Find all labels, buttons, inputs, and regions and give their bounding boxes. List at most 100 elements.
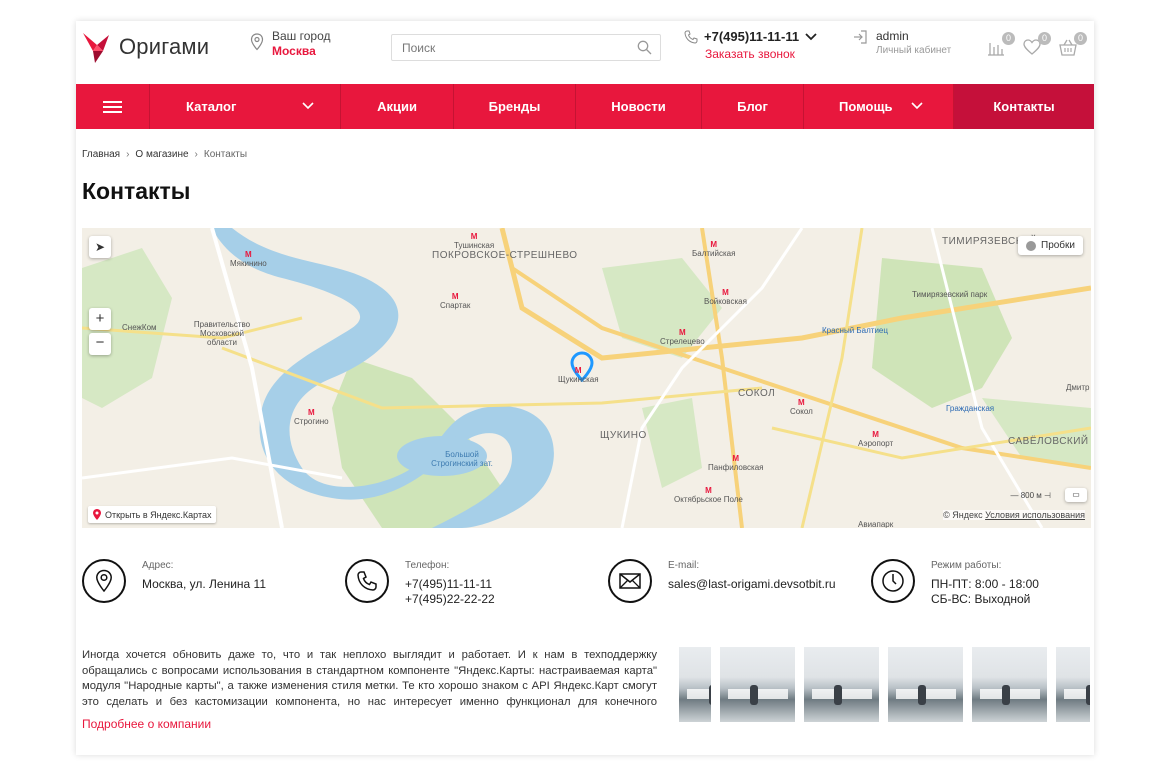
page: Оригами Ваш город Москва Поиск +7(495)11… [76,21,1094,755]
contact-phone: Телефон: +7(495)11-11-11 +7(495)22-22-22 [345,559,495,607]
phone-block: +7(495)11-11-11 Заказать звонок [684,29,817,61]
map-label: СОКОЛ [738,388,776,399]
nav-contacts[interactable]: Контакты [954,84,1094,129]
nav-promotions[interactable]: Акции [341,84,454,129]
nav-news[interactable]: Новости [576,84,702,129]
map-label: Спартак [440,292,470,310]
city-label: Ваш город [272,29,331,43]
gallery-photo[interactable] [1056,647,1090,722]
header-icons: 0 0 0 [986,32,1087,57]
user-name: admin [876,29,909,43]
map-label: СнежКом [122,323,157,332]
map-label: ПОКРОВСКОЕ-СТРЕШНЕВО [432,250,578,261]
city-selector[interactable]: Ваш город Москва [250,29,331,59]
map-label: Тимирязевский парк [912,290,988,299]
gallery-photo[interactable] [804,647,879,722]
zoom-out-button[interactable]: − [89,333,111,355]
zoom-in-button[interactable]: + [89,308,111,330]
search-input[interactable] [392,35,622,60]
chevron-down-icon[interactable] [805,32,817,42]
ruler-icon: ▭ [1072,490,1080,499]
logo[interactable]: Оригами [81,29,209,65]
header-phone-number[interactable]: +7(495)11-11-11 [704,29,799,44]
open-in-yandex-maps-label: Открыть в Яндекс.Картах [105,509,212,520]
main-nav: Каталог Акции Бренды Новости Блог Помощь… [76,84,1094,129]
map-label: Сокол [790,398,813,416]
open-in-yandex-maps-button[interactable]: Открыть в Яндекс.Картах [88,506,217,523]
hours-weekdays: ПН-ПТ: 8:00 - 18:00 [931,577,1039,591]
email-value[interactable]: sales@last-origami.devsotbit.ru [668,577,836,592]
page-title: Контакты [82,178,191,204]
hours-label: Режим работы: [931,560,1002,571]
nav-brands[interactable]: Бренды [454,84,576,129]
login-icon [854,30,867,44]
favorites-button[interactable]: 0 [1022,32,1051,57]
nav-news-label: Новости [611,99,666,114]
map-copyright-text: © Яндекс [943,510,983,520]
menu-burger-button[interactable] [76,84,150,129]
map-label: Гражданская [946,404,995,413]
nav-blog[interactable]: Блог [702,84,804,129]
navigation-arrow-icon: ➤ [94,240,106,254]
user-account[interactable]: admin Личный кабинет [852,29,951,56]
breadcrumb: Главная › О магазине › Контакты [82,149,247,160]
breadcrumb-home[interactable]: Главная [82,149,120,160]
about-more-link[interactable]: Подробнее о компании [82,717,211,731]
search-icon[interactable] [637,40,652,55]
breadcrumb-separator-icon: › [126,149,130,160]
nav-catalog[interactable]: Каталог [150,84,341,129]
map-copyright: © Яндекс Условия использования [943,510,1085,520]
hours-weekend: СБ-ВС: Выходной [931,592,1031,606]
city-name[interactable]: Москва [272,43,331,59]
yandex-map[interactable]: Тушинская ПОКРОВСКОЕ-СТРЕШНЕВО Балтийска… [82,228,1091,528]
map-label: Щукинская [558,366,599,384]
map-label: Балтийская [692,240,735,258]
map-label: Стрелецево [660,328,705,346]
logo-text: Оригами [119,34,210,59]
map-label: Мякинино [230,250,267,268]
nav-promotions-label: Акции [377,99,417,114]
map-scale: — 800 м ⊣ [1010,491,1051,500]
yandex-pin-icon [93,509,101,520]
contacts-row: Адрес: Москва, ул. Ленина 11 Телефон: +7… [82,559,1092,609]
favorites-count-badge: 0 [1038,32,1051,45]
breadcrumb-about[interactable]: О магазине [135,149,188,160]
map-label: Аэропорт [858,430,893,448]
nav-help[interactable]: Помощь [804,84,954,129]
map-scale-value: 800 м [1020,491,1042,500]
search-box [391,34,661,61]
cart-button[interactable]: 0 [1058,32,1087,57]
gallery-photo[interactable] [679,647,711,722]
ruler-button[interactable]: ▭ [1065,488,1087,502]
user-cabinet-label: Личный кабинет [876,45,952,56]
map-label: Октябрьское Поле [674,486,743,504]
origami-crane-icon [83,33,109,63]
map-label: Панфиловская [708,454,764,472]
header: Оригами Ваш город Москва Поиск +7(495)11… [76,21,1094,84]
gallery-photo[interactable] [888,647,963,722]
phone-value-2[interactable]: +7(495)22-22-22 [405,592,495,607]
compare-count-badge: 0 [1002,32,1015,45]
gallery-photo[interactable] [972,647,1047,722]
callback-link[interactable]: Заказать звонок [705,47,817,61]
nav-brands-label: Бренды [488,99,541,114]
traffic-light-icon [1026,240,1036,251]
compare-button[interactable]: 0 [986,32,1015,57]
phone-icon [684,30,698,44]
gallery-photo[interactable] [720,647,795,722]
contact-address: Адрес: Москва, ул. Ленина 11 [82,559,266,603]
map-terms-link[interactable]: Условия использования [985,510,1085,520]
nav-help-label: Помощь [839,99,893,114]
map-label: Строгино [294,408,329,426]
geolocation-button[interactable]: ➤ [89,236,111,258]
nav-catalog-label: Каталог [186,99,237,114]
traffic-button[interactable]: Пробки [1018,236,1083,255]
breadcrumb-current: Контакты [203,149,248,160]
phone-value-1[interactable]: +7(495)11-11-11 [405,577,495,592]
chevron-down-icon [911,102,923,110]
address-label: Адрес: [142,560,174,571]
map-label: Тушинская [454,232,494,250]
hamburger-icon [103,98,122,116]
location-pin-icon [82,559,126,603]
address-value: Москва, ул. Ленина 11 [142,577,267,591]
